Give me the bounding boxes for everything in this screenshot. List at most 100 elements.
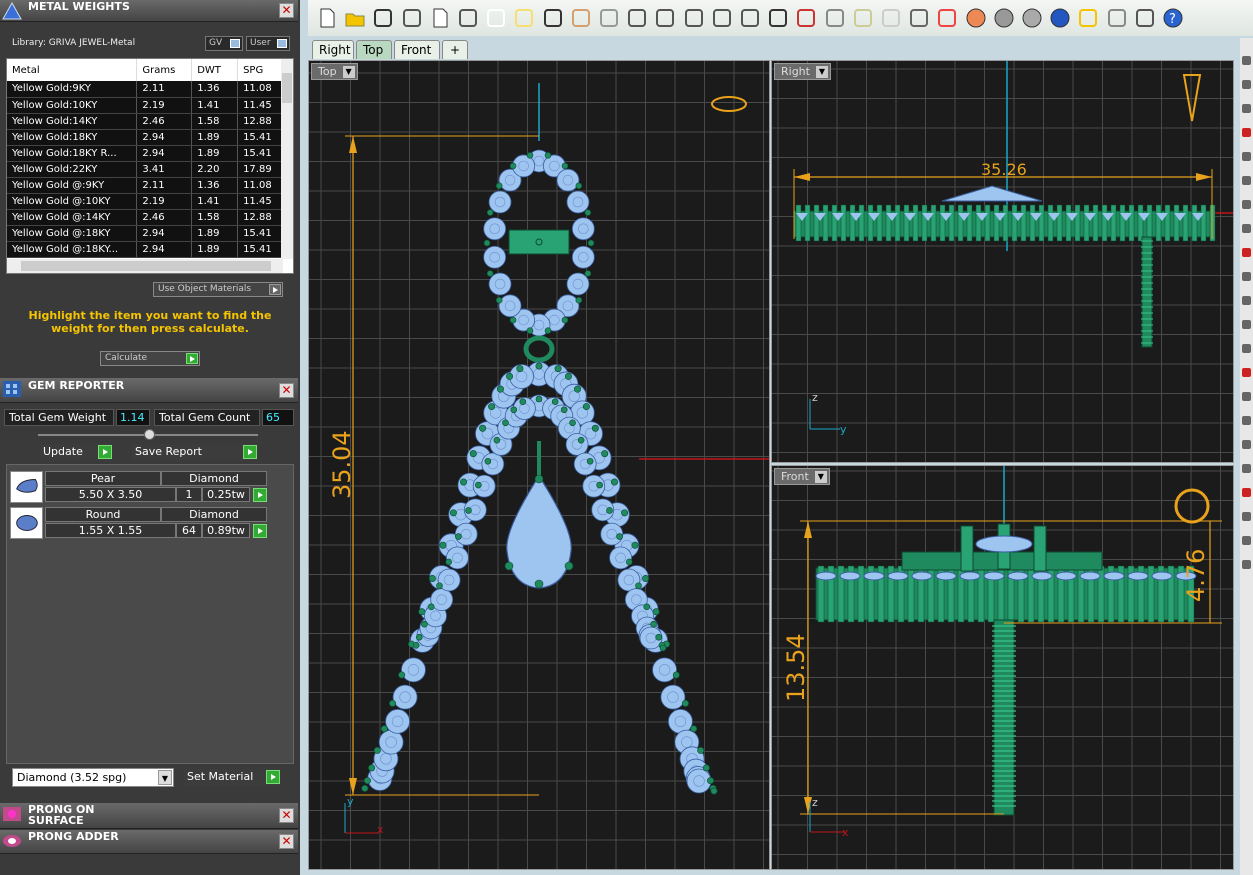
render-sphere-icon[interactable] (993, 7, 1015, 29)
gem-row-pear[interactable]: Pear Diamond 5.50 X 3.50 1 0.25tw (10, 471, 270, 505)
undo-icon[interactable] (542, 7, 564, 29)
tool-icon[interactable] (1242, 296, 1251, 305)
tool-icon[interactable] (1242, 128, 1251, 137)
table-row[interactable]: Yellow Gold:18KY R... 2.94 1.89 15.41 (7, 145, 285, 162)
color-wheel-icon[interactable] (965, 7, 987, 29)
tool-icon[interactable] (1242, 248, 1251, 257)
close-icon[interactable]: ✕ (279, 834, 294, 849)
front-view-canvas[interactable]: 13.54 4.76 z x (772, 466, 1234, 870)
table-row[interactable]: Yellow Gold:22KY 3.41 2.20 17.89 (7, 161, 285, 178)
horizontal-scrollbar[interactable] (7, 259, 283, 273)
cut-icon[interactable] (457, 7, 479, 29)
new-file-icon[interactable] (316, 7, 338, 29)
tool-icon[interactable] (1242, 80, 1251, 89)
right-view-canvas[interactable]: 35.26 z y (772, 61, 1234, 463)
car-icon[interactable] (795, 7, 817, 29)
table-row[interactable]: Yellow Gold @:18KY... 2.94 1.89 15.41 (7, 241, 285, 258)
tab-add[interactable]: + (442, 40, 468, 59)
light-bulb-icon[interactable] (880, 7, 902, 29)
tool-icon[interactable] (1242, 272, 1251, 281)
tool-icon[interactable] (1242, 392, 1251, 401)
column-header[interactable]: Metal (7, 59, 138, 81)
set-material-button[interactable]: Set Material (184, 769, 280, 786)
update-button[interactable]: Update (40, 444, 112, 461)
close-icon[interactable]: ✕ (279, 3, 294, 18)
table-row[interactable]: Yellow Gold @:10KY 2.19 1.41 11.45 (7, 193, 285, 210)
copy-page-icon[interactable] (429, 7, 451, 29)
pan-hand-icon[interactable] (570, 7, 592, 29)
tool-icon[interactable] (1242, 512, 1251, 521)
collapse-icon[interactable] (144, 429, 155, 440)
column-header[interactable]: SPG (237, 59, 285, 81)
play-icon[interactable] (253, 488, 267, 502)
tool-icon[interactable] (1242, 176, 1251, 185)
close-icon[interactable]: ✕ (279, 383, 294, 398)
save-icon[interactable] (372, 7, 394, 29)
rotate-icon[interactable] (598, 7, 620, 29)
viewport-label-top[interactable]: Top ▼ (311, 63, 358, 80)
table-row[interactable]: Yellow Gold @:18KY 2.94 1.89 15.41 (7, 225, 285, 242)
top-view-canvas[interactable]: 35.04 y x (309, 61, 770, 870)
tool-icon[interactable] (1242, 104, 1251, 113)
open-folder-icon[interactable] (344, 7, 366, 29)
grid-snap-icon[interactable] (1134, 7, 1156, 29)
tool-icon[interactable] (1242, 416, 1251, 425)
gem-row-round[interactable]: Round Diamond 1.55 X 1.55 64 0.89tw (10, 507, 270, 541)
metal-table[interactable]: Metal Grams DWT SPG Yellow Gold:9KY 2.11 1.36… (6, 58, 294, 274)
close-icon[interactable]: ✕ (279, 808, 294, 823)
gear-icon[interactable] (1106, 7, 1128, 29)
zoom-selected-icon[interactable] (711, 7, 733, 29)
tool-icon[interactable] (1242, 224, 1251, 233)
zoom-window-icon[interactable] (654, 7, 676, 29)
print-icon[interactable] (401, 7, 423, 29)
use-object-materials-toggle[interactable]: Use Object Materials (153, 282, 283, 297)
zoom-icon[interactable] (626, 7, 648, 29)
play-icon[interactable] (253, 524, 267, 538)
gv-toggle[interactable]: GV (205, 36, 243, 51)
rotate-view-icon[interactable] (739, 7, 761, 29)
tab-top[interactable]: Top (356, 40, 392, 59)
copy-icon[interactable] (485, 7, 507, 29)
hide-icon[interactable] (824, 7, 846, 29)
table-row[interactable]: Yellow Gold @:14KY 2.46 1.58 12.88 (7, 209, 285, 226)
user-toggle[interactable]: User (246, 36, 290, 51)
tool-icon[interactable] (1242, 464, 1251, 473)
render-blue-icon[interactable] (1049, 7, 1071, 29)
column-header[interactable]: DWT (191, 59, 239, 81)
viewport-label-right[interactable]: Right ▼ (774, 63, 831, 80)
table-row[interactable]: Yellow Gold:18KY 2.94 1.89 15.41 (7, 129, 285, 146)
lock-icon[interactable] (908, 7, 930, 29)
column-header[interactable]: Grams (136, 59, 193, 81)
snap-icon[interactable] (852, 7, 874, 29)
zoom-extents-icon[interactable] (683, 7, 705, 29)
render-ghost-icon[interactable] (1021, 7, 1043, 29)
tool-icon[interactable] (1242, 344, 1251, 353)
save-report-button[interactable]: Save Report (132, 444, 257, 461)
vertical-scrollbar[interactable] (281, 59, 293, 259)
tab-right[interactable]: Right (312, 40, 354, 59)
tool-icon[interactable] (1242, 320, 1251, 329)
material-select[interactable]: Diamond (3.52 spg) ▼ (12, 768, 174, 787)
layers-icon[interactable] (936, 7, 958, 29)
tool-icon[interactable] (1242, 440, 1251, 449)
viewport-top[interactable]: 35.04 y x Top ▼ (308, 60, 770, 870)
help-icon[interactable]: ? (1162, 7, 1184, 29)
tool-icon[interactable] (1242, 560, 1251, 569)
viewport-label-front[interactable]: Front ▼ (774, 468, 830, 485)
calculate-button[interactable]: Calculate (100, 351, 200, 366)
table-row[interactable]: Yellow Gold:14KY 2.46 1.58 12.88 (7, 113, 285, 130)
paste-icon[interactable] (513, 7, 535, 29)
tool-icon[interactable] (1242, 56, 1251, 65)
viewport-front[interactable]: 13.54 4.76 z x Front ▼ (771, 465, 1234, 870)
tool-icon[interactable] (1242, 368, 1251, 377)
tool-icon[interactable] (1242, 152, 1251, 161)
table-row[interactable]: Yellow Gold @:9KY 2.11 1.36 11.08 (7, 177, 285, 194)
tool-icon[interactable] (1242, 536, 1251, 545)
tab-front[interactable]: Front (394, 40, 440, 59)
tool-icon[interactable] (1242, 200, 1251, 209)
scroll-thumb[interactable] (282, 73, 292, 103)
pen-icon[interactable] (1077, 7, 1099, 29)
table-row[interactable]: Yellow Gold:9KY 2.11 1.36 11.08 (7, 81, 285, 98)
viewport-right[interactable]: 35.26 z y Right ▼ (771, 60, 1234, 463)
tool-icon[interactable] (1242, 488, 1251, 497)
